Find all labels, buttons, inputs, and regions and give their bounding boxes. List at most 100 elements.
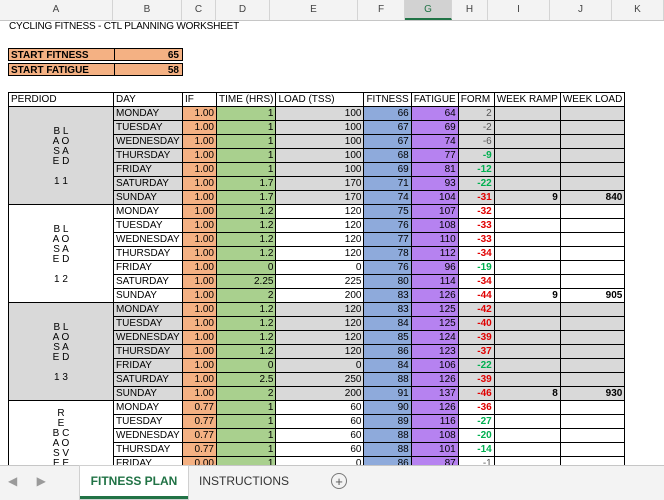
fitness-cell[interactable]: 88 — [363, 442, 412, 457]
load-cell[interactable]: 100 — [275, 148, 365, 163]
day-cell[interactable]: TUESDAY — [113, 218, 183, 233]
form-cell[interactable]: -32 — [457, 204, 495, 219]
time-cell[interactable]: 1.2 — [215, 246, 277, 261]
fitness-cell[interactable]: 83 — [363, 288, 412, 303]
week-ramp-cell[interactable] — [493, 232, 561, 247]
time-cell[interactable]: 2.5 — [215, 372, 277, 387]
load-cell[interactable]: 0 — [275, 358, 365, 373]
load-cell[interactable]: 120 — [275, 330, 365, 345]
load-cell[interactable]: 225 — [275, 274, 365, 289]
if-cell[interactable]: 1.00 — [182, 316, 217, 331]
day-cell[interactable]: THURSDAY — [113, 246, 183, 261]
fatigue-cell[interactable]: 108 — [410, 428, 459, 443]
plan-table[interactable]: PERDIOD DAY IF TIME (HRS) LOAD (TSS) FIT… — [8, 92, 626, 465]
fitness-cell[interactable]: 88 — [363, 372, 412, 387]
week-ramp-cell[interactable] — [493, 316, 561, 331]
day-cell[interactable]: MONDAY — [113, 204, 183, 219]
col-header-d[interactable]: D — [216, 0, 270, 20]
load-cell[interactable]: 60 — [275, 428, 365, 443]
if-cell[interactable]: 1.00 — [182, 372, 217, 387]
week-load-cell[interactable] — [559, 274, 626, 289]
week-load-cell[interactable] — [559, 456, 626, 465]
week-ramp-cell[interactable] — [493, 414, 561, 429]
fitness-cell[interactable]: 66 — [363, 106, 412, 121]
day-cell[interactable]: SUNDAY — [113, 386, 183, 401]
tab-fitness-plan[interactable]: FITNESS PLAN — [80, 466, 188, 499]
fitness-cell[interactable]: 78 — [363, 246, 412, 261]
fatigue-cell[interactable]: 107 — [410, 204, 459, 219]
week-load-cell[interactable] — [559, 302, 626, 317]
time-cell[interactable]: 2 — [215, 288, 277, 303]
if-cell[interactable]: 0.00 — [182, 456, 217, 465]
fitness-cell[interactable]: 69 — [363, 162, 412, 177]
week-load-cell[interactable] — [559, 414, 626, 429]
week-ramp-cell[interactable] — [493, 400, 561, 415]
form-cell[interactable]: -19 — [457, 260, 495, 275]
col-header-e[interactable]: E — [270, 0, 358, 20]
if-cell[interactable]: 1.00 — [182, 330, 217, 345]
if-cell[interactable]: 1.00 — [182, 302, 217, 317]
load-cell[interactable]: 100 — [275, 120, 365, 135]
week-ramp-cell[interactable] — [493, 442, 561, 457]
week-load-cell[interactable] — [559, 106, 626, 121]
week-load-cell[interactable]: 840 — [559, 190, 626, 205]
form-cell[interactable]: -9 — [457, 148, 495, 163]
week-ramp-cell[interactable] — [493, 344, 561, 359]
time-cell[interactable]: 1.2 — [215, 330, 277, 345]
week-load-cell[interactable] — [559, 176, 626, 191]
week-ramp-cell[interactable] — [493, 330, 561, 345]
form-cell[interactable]: -34 — [457, 246, 495, 261]
load-cell[interactable]: 120 — [275, 302, 365, 317]
load-cell[interactable]: 60 — [275, 442, 365, 457]
if-cell[interactable]: 0.77 — [182, 428, 217, 443]
if-cell[interactable]: 1.00 — [182, 288, 217, 303]
week-load-cell[interactable] — [559, 260, 626, 275]
week-load-cell[interactable] — [559, 358, 626, 373]
if-cell[interactable]: 1.00 — [182, 148, 217, 163]
week-ramp-cell[interactable] — [493, 106, 561, 121]
week-ramp-cell[interactable] — [493, 134, 561, 149]
header-time[interactable]: TIME (HRS) — [215, 92, 277, 107]
time-cell[interactable]: 1.2 — [215, 302, 277, 317]
time-cell[interactable]: 1.2 — [215, 344, 277, 359]
load-cell[interactable]: 200 — [275, 288, 365, 303]
day-cell[interactable]: THURSDAY — [113, 344, 183, 359]
day-cell[interactable]: WEDNESDAY — [113, 134, 183, 149]
time-cell[interactable]: 1 — [215, 106, 277, 121]
fitness-cell[interactable]: 85 — [363, 330, 412, 345]
col-header-k[interactable]: K — [612, 0, 664, 20]
time-cell[interactable]: 1.2 — [215, 232, 277, 247]
fitness-cell[interactable]: 84 — [363, 316, 412, 331]
fitness-cell[interactable]: 67 — [363, 134, 412, 149]
week-load-cell[interactable] — [559, 344, 626, 359]
if-cell[interactable]: 1.00 — [182, 120, 217, 135]
day-cell[interactable]: SATURDAY — [113, 274, 183, 289]
week-ramp-cell[interactable] — [493, 162, 561, 177]
if-cell[interactable]: 1.00 — [182, 344, 217, 359]
form-cell[interactable]: -46 — [457, 386, 495, 401]
tab-instructions[interactable]: INSTRUCTIONS — [188, 466, 300, 496]
fitness-cell[interactable]: 89 — [363, 414, 412, 429]
load-cell[interactable]: 100 — [275, 134, 365, 149]
week-load-cell[interactable] — [559, 442, 626, 457]
week-load-cell[interactable] — [559, 372, 626, 387]
start-fatigue-row[interactable]: START FATIGUE 58 — [8, 63, 183, 76]
fitness-cell[interactable]: 86 — [363, 344, 412, 359]
load-cell[interactable]: 120 — [275, 246, 365, 261]
fitness-cell[interactable]: 68 — [363, 148, 412, 163]
form-cell[interactable]: -27 — [457, 414, 495, 429]
week-ramp-cell[interactable]: 8 — [493, 386, 561, 401]
week-ramp-cell[interactable] — [493, 372, 561, 387]
period-label-cell[interactable]: B LA OS AE D 1 1 — [8, 106, 114, 205]
header-week-ramp[interactable]: WEEK RAMP — [493, 92, 561, 107]
week-ramp-cell[interactable] — [493, 148, 561, 163]
fatigue-cell[interactable]: 123 — [410, 344, 459, 359]
col-header-b[interactable]: B — [113, 0, 182, 20]
fatigue-cell[interactable]: 108 — [410, 218, 459, 233]
day-cell[interactable]: TUESDAY — [113, 120, 183, 135]
load-cell[interactable]: 120 — [275, 232, 365, 247]
day-cell[interactable]: SATURDAY — [113, 176, 183, 191]
week-ramp-cell[interactable] — [493, 120, 561, 135]
fitness-cell[interactable]: 77 — [363, 232, 412, 247]
fatigue-cell[interactable]: 81 — [410, 162, 459, 177]
